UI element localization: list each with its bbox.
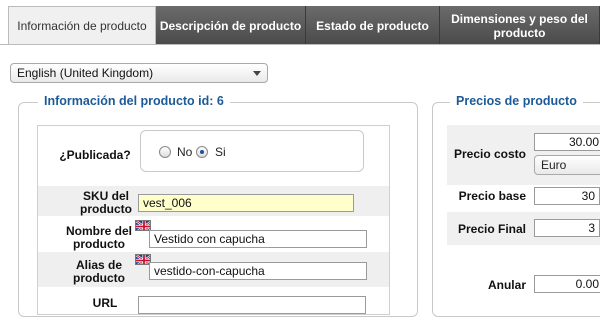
tab-dimensions-weight[interactable]: Dimensiones y peso del producto (440, 6, 600, 45)
alias-label: Alias de producto (73, 258, 125, 285)
tab-product-info[interactable]: Información de producto (8, 6, 156, 45)
cost-label: Precio costo (453, 147, 526, 161)
override-label: Anular (487, 278, 526, 292)
base-price-input[interactable]: 30 (534, 187, 600, 205)
name-input[interactable]: Vestido con capucha (149, 230, 367, 248)
tab-product-description[interactable]: Descripción de producto (156, 6, 306, 45)
url-input[interactable] (138, 296, 366, 314)
alias-input[interactable]: vestido-con-capucha (149, 262, 367, 280)
final-price-label: Precio Final (457, 222, 526, 236)
language-select-value: English (United Kingdom) (17, 66, 154, 80)
sku-input[interactable]: vest_006 (138, 194, 354, 212)
tab-bar: Información de producto Descripción de p… (0, 0, 600, 45)
url-label: URL (92, 296, 118, 310)
tab-divider (0, 44, 600, 45)
tab-label: Dimensiones y peso del producto (451, 11, 588, 40)
currency-select-value: Euro (541, 158, 567, 172)
published-si-label: Si (215, 145, 226, 159)
base-price-label: Precio base (458, 189, 526, 203)
chevron-down-icon (253, 71, 261, 76)
override-input[interactable]: 0.00 (534, 275, 600, 293)
published-box: No Si (140, 130, 364, 172)
tab-label: Estado de producto (316, 18, 429, 33)
tab-label: Información de producto (17, 19, 147, 33)
tab-label: Descripción de producto (159, 18, 302, 33)
tab-product-status[interactable]: Estado de producto (306, 6, 440, 45)
published-label: ¿Publicada? (59, 148, 131, 162)
language-select[interactable]: English (United Kingdom) (10, 63, 268, 83)
currency-select[interactable]: Euro (534, 155, 600, 175)
name-label: Nombre del producto (65, 224, 132, 251)
published-no-radio[interactable] (159, 146, 171, 158)
sku-label: SKU del producto (80, 189, 132, 216)
published-si-radio[interactable] (196, 146, 208, 158)
product-info-legend: Información del producto id: 6 (38, 94, 230, 108)
prices-legend: Precios de producto (450, 94, 583, 108)
cost-input[interactable]: 30.00 (534, 133, 600, 151)
published-no-label: No (177, 145, 193, 159)
final-price-input[interactable]: 3 (534, 219, 600, 237)
